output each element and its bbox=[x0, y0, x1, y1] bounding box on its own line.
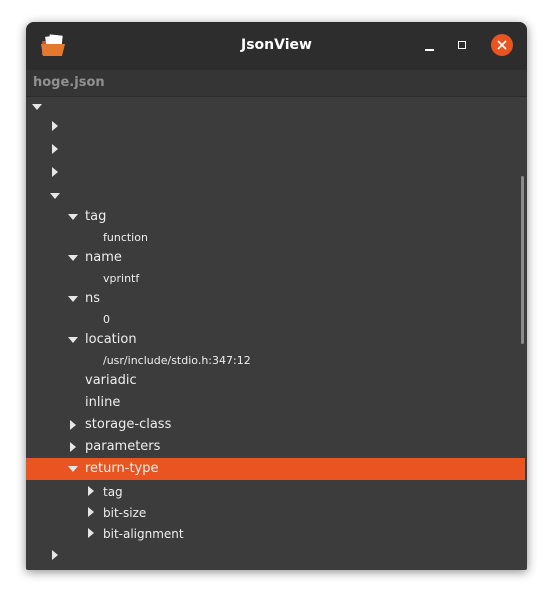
minimize-button[interactable] bbox=[418, 34, 442, 58]
expand-arrow-icon[interactable] bbox=[68, 466, 78, 472]
collapse-arrow-icon[interactable] bbox=[70, 420, 76, 430]
tree-node-variadic[interactable]: variadic bbox=[26, 370, 525, 392]
tree-leaf-value[interactable]: 0 bbox=[26, 308, 525, 330]
expand-arrow-icon[interactable] bbox=[32, 104, 42, 110]
tree-node[interactable] bbox=[26, 161, 525, 183]
tree-node[interactable] bbox=[26, 138, 525, 160]
collapse-arrow-icon[interactable] bbox=[52, 144, 58, 154]
collapse-arrow-icon[interactable] bbox=[88, 486, 94, 496]
collapse-arrow-icon[interactable] bbox=[88, 507, 94, 517]
expand-arrow-icon[interactable] bbox=[68, 337, 78, 343]
vertical-scrollbar[interactable] bbox=[521, 176, 524, 344]
tree-node-location[interactable]: location bbox=[26, 329, 525, 351]
tree-node-rt-bit-size[interactable]: bit-size bbox=[26, 501, 525, 523]
close-button[interactable] bbox=[491, 34, 513, 56]
expand-arrow-icon[interactable] bbox=[68, 214, 78, 220]
tree-node-inline[interactable]: inline bbox=[26, 392, 525, 414]
tree-node-tag[interactable]: tag bbox=[26, 206, 525, 228]
json-tree[interactable]: tag function name vprintf ns 0 location … bbox=[26, 96, 527, 570]
tree-leaf-value[interactable]: vprintf bbox=[26, 267, 525, 289]
tree-node-rt-bit-alignment[interactable]: bit-alignment bbox=[26, 522, 525, 544]
tree-node-return-type[interactable]: return-type bbox=[26, 458, 525, 480]
collapse-arrow-icon[interactable] bbox=[52, 121, 58, 131]
tree-node[interactable] bbox=[26, 544, 525, 566]
tree-node[interactable] bbox=[26, 185, 525, 207]
tree-node-ns[interactable]: ns bbox=[26, 288, 525, 310]
maximize-button[interactable] bbox=[451, 34, 475, 58]
collapse-arrow-icon[interactable] bbox=[52, 550, 58, 560]
tree-leaf-value[interactable]: /usr/include/stdio.h:347:12 bbox=[26, 349, 525, 371]
expand-arrow-icon[interactable] bbox=[68, 255, 78, 261]
tree-node-parameters[interactable]: parameters bbox=[26, 436, 525, 458]
title-bar[interactable]: JsonView bbox=[26, 22, 527, 70]
file-name: hoge.json bbox=[33, 75, 105, 90]
close-icon bbox=[497, 40, 507, 50]
tree-node-storage-class[interactable]: storage-class bbox=[26, 414, 525, 436]
expand-arrow-icon[interactable] bbox=[50, 193, 60, 199]
collapse-arrow-icon[interactable] bbox=[70, 442, 76, 452]
tree-node-name[interactable]: name bbox=[26, 247, 525, 269]
collapse-arrow-icon[interactable] bbox=[88, 528, 94, 538]
app-window: JsonView hoge.json tag function name vpr… bbox=[26, 22, 527, 570]
expand-arrow-icon[interactable] bbox=[68, 296, 78, 302]
tree-node[interactable] bbox=[26, 115, 525, 137]
file-header: hoge.json bbox=[26, 70, 527, 97]
collapse-arrow-icon[interactable] bbox=[52, 167, 58, 177]
tree-leaf-value[interactable]: function bbox=[26, 226, 525, 248]
tree-node-rt-tag[interactable]: tag bbox=[26, 480, 525, 502]
